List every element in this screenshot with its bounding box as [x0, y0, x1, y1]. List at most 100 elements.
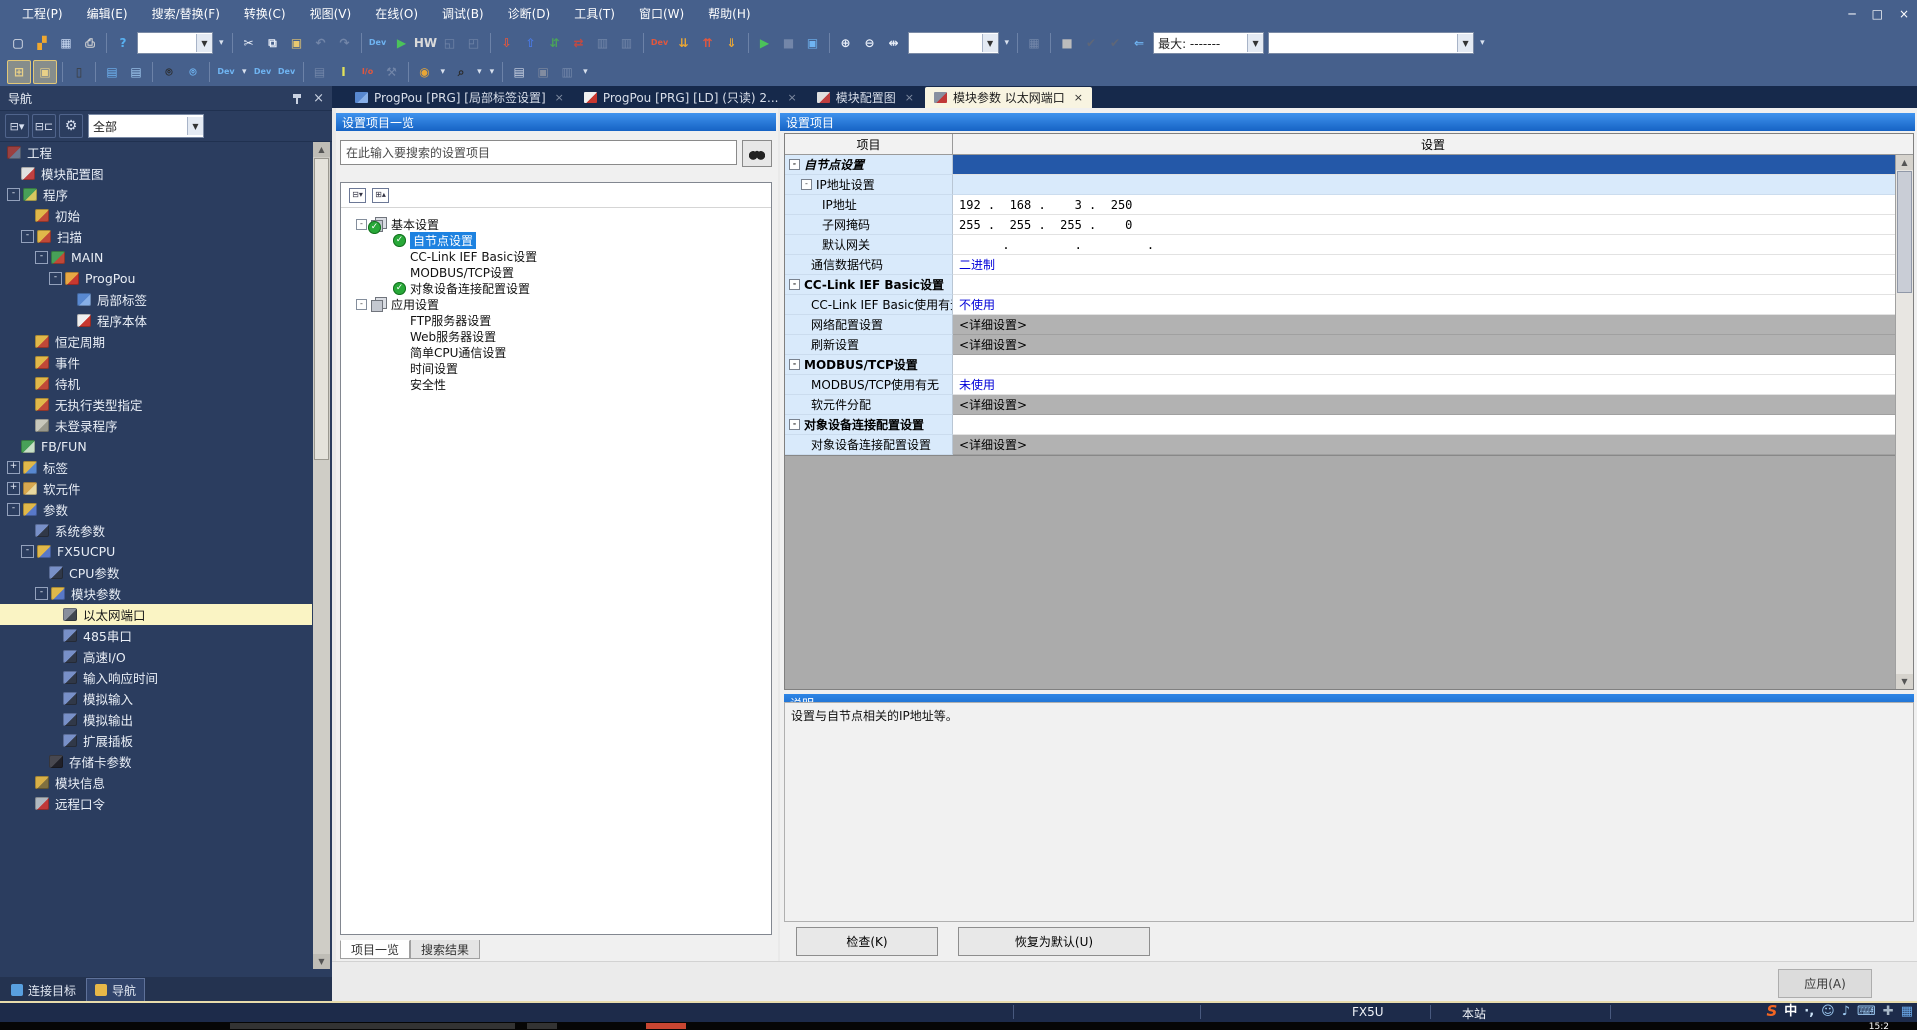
- nav-tree-item-CPU参数[interactable]: CPU参数: [0, 562, 312, 583]
- close-panel-icon[interactable]: ×: [313, 91, 324, 106]
- menu-item-w[interactable]: 窗口(W): [627, 0, 696, 28]
- settings-item-cell[interactable]: CC-Link IEF Basic使用有无: [785, 295, 953, 315]
- menu-item-o[interactable]: 在线(O): [363, 0, 430, 28]
- settings-item-cell[interactable]: 软元件分配: [785, 395, 953, 415]
- nav-tree-item-模块配置图[interactable]: 模块配置图: [0, 163, 312, 184]
- menu-item-e[interactable]: 编辑(E): [75, 0, 140, 28]
- device-display-format-button[interactable]: ◉: [414, 61, 436, 83]
- check-program-button[interactable]: ▦: [1023, 32, 1045, 54]
- settings-row-3[interactable]: 子网掩码255 . 255 . 255 . 0: [785, 215, 1895, 235]
- module-tool-button[interactable]: ▣: [532, 61, 554, 83]
- tab-close-icon[interactable]: ×: [1074, 91, 1083, 104]
- scroll-thumb[interactable]: [1897, 171, 1912, 293]
- nav-tree-item-恒定周期[interactable]: 恒定周期: [0, 331, 312, 352]
- ime-mic-icon[interactable]: ♪: [1842, 1005, 1850, 1018]
- redo-button[interactable]: ↷: [334, 32, 356, 54]
- find-in-document-button[interactable]: ⌾: [182, 61, 204, 83]
- nav-tree-item-局部标签[interactable]: 局部标签: [0, 289, 312, 310]
- settings-item-cell[interactable]: 对象设备连接配置设置: [785, 435, 953, 455]
- device-write-button[interactable]: Dev: [649, 32, 671, 54]
- setting-tree-item-基本设置[interactable]: -✓基本设置: [341, 216, 771, 232]
- tab-close-icon[interactable]: ×: [905, 91, 914, 104]
- nav-tree-item-模块信息[interactable]: 模块信息: [0, 772, 312, 793]
- tree-collapse-button[interactable]: ⊟▾: [5, 114, 29, 138]
- settings-value-cell[interactable]: 二进制: [953, 255, 1895, 275]
- settings-item-cell[interactable]: -IP地址设置: [785, 175, 953, 195]
- copy-button[interactable]: ⧉: [262, 32, 284, 54]
- settings-value-cell[interactable]: <详细设置>: [953, 335, 1895, 355]
- settings-row-5[interactable]: 通信数据代码二进制: [785, 255, 1895, 275]
- device-list-button[interactable]: Dev: [252, 61, 274, 83]
- menu-item-f[interactable]: 搜索/替换(F): [140, 0, 232, 28]
- document-tab-3[interactable]: 模块参数 以太网端口×: [925, 87, 1092, 108]
- nav-tree-item-扫描[interactable]: -扫描: [0, 226, 312, 247]
- watch-window-2-button[interactable]: ▤: [125, 61, 147, 83]
- collapse-icon[interactable]: -: [35, 587, 48, 600]
- collapse-icon[interactable]: -: [7, 188, 20, 201]
- toolbar-overflow-icon[interactable]: ▾: [1005, 38, 1010, 48]
- verify-with-plc-button[interactable]: ⇵: [544, 32, 566, 54]
- search-button[interactable]: [742, 140, 772, 167]
- expand-icon[interactable]: +: [7, 461, 20, 474]
- check-button[interactable]: 检查(K): [796, 927, 938, 956]
- nav-tree-item-FB/FUN[interactable]: FB/FUN: [0, 436, 312, 457]
- ime-punctuation-icon[interactable]: ·,: [1804, 1005, 1814, 1018]
- nav-tree-item-存储卡参数[interactable]: 存储卡参数: [0, 751, 312, 772]
- navigation-scrollbar[interactable]: ▲ ▼: [313, 142, 330, 969]
- ladder-monitor-button[interactable]: ▶: [391, 32, 413, 54]
- zoom-level-combo[interactable]: ▼: [908, 32, 999, 54]
- scroll-down-icon[interactable]: ▼: [1896, 674, 1913, 689]
- nav-tree-item-软元件[interactable]: +软元件: [0, 478, 312, 499]
- collapse-icon[interactable]: -: [801, 179, 812, 190]
- pin-icon[interactable]: [293, 93, 301, 104]
- setting-tree-item-简单CPU通信设置[interactable]: 简单CPU通信设置: [341, 344, 771, 360]
- nav-tree-item-标签[interactable]: +标签: [0, 457, 312, 478]
- ime-toolbox-icon[interactable]: ▦: [1901, 1005, 1913, 1018]
- zoom-fit-button[interactable]: ⇹: [883, 32, 905, 54]
- restore-default-button[interactable]: 恢复为默认(U): [958, 927, 1150, 956]
- menu-item-d[interactable]: 诊断(D): [496, 0, 563, 28]
- collapse-icon[interactable]: -: [356, 299, 367, 310]
- toolbar-overflow-icon[interactable]: ▾: [583, 67, 588, 77]
- menu-item-v[interactable]: 视图(V): [298, 0, 364, 28]
- nav-tree-item-FX5UCPU[interactable]: -FX5UCPU: [0, 541, 312, 562]
- toolbar-overflow-icon[interactable]: ▾: [1480, 38, 1485, 48]
- settings-value-cell[interactable]: [953, 175, 1895, 195]
- nav-tree-item-高速I/O[interactable]: 高速I/O: [0, 646, 312, 667]
- menu-item-b[interactable]: 调试(B): [430, 0, 496, 28]
- ime-keyboard-icon[interactable]: ⌨: [1857, 1005, 1876, 1018]
- settings-item-cell[interactable]: IP地址: [785, 195, 953, 215]
- settings-value-cell[interactable]: <详细设置>: [953, 435, 1895, 455]
- settings-item-cell[interactable]: -对象设备连接配置设置: [785, 415, 953, 435]
- options-button[interactable]: ⚒: [381, 61, 403, 83]
- toolbar-overflow-icon[interactable]: ▾: [477, 67, 482, 77]
- setting-search-input[interactable]: 在此输入要搜索的设置项目: [340, 140, 737, 165]
- settings-value-cell[interactable]: 未使用: [953, 375, 1895, 395]
- simulation-stop-button[interactable]: ■: [778, 32, 800, 54]
- save-project-button[interactable]: ▦: [55, 32, 77, 54]
- rebuild-all-button[interactable]: ✔: [1104, 32, 1126, 54]
- navigation-filter-combo[interactable]: 全部 ▼: [88, 114, 204, 138]
- setting-tree-item-自节点设置[interactable]: ✓自节点设置: [341, 232, 771, 248]
- settings-item-cell[interactable]: 子网掩码: [785, 215, 953, 235]
- setting-tree-item-FTP服务器设置[interactable]: FTP服务器设置: [341, 312, 771, 328]
- taskbar-button[interactable]: [230, 1023, 515, 1029]
- undo-button[interactable]: ↶: [310, 32, 332, 54]
- nav-tree-item-远程口令[interactable]: 远程口令: [0, 793, 312, 814]
- settings-row-14[interactable]: 对象设备连接配置设置<详细设置>: [785, 435, 1895, 455]
- collapse-icon[interactable]: -: [789, 279, 800, 290]
- watch-start-button[interactable]: ⇈: [697, 32, 719, 54]
- nav-tree-item-程序[interactable]: -程序: [0, 184, 312, 205]
- bottom-tab-连接目标[interactable]: 连接目标: [3, 979, 84, 1001]
- simulation-monitor-button[interactable]: ▣: [802, 32, 824, 54]
- collapse-all-icon[interactable]: ⊟▾: [349, 188, 366, 203]
- collapse-icon[interactable]: -: [789, 159, 800, 170]
- settings-row-7[interactable]: CC-Link IEF Basic使用有无不使用: [785, 295, 1895, 315]
- taskbar-button[interactable]: [646, 1023, 686, 1029]
- collapse-icon[interactable]: -: [35, 251, 48, 264]
- nav-tree-item-扩展插板[interactable]: 扩展插板: [0, 730, 312, 751]
- window-prev-button[interactable]: ◱: [439, 32, 461, 54]
- device-memory-monitor-button[interactable]: Dev: [367, 32, 389, 54]
- settings-value-cell[interactable]: [953, 275, 1895, 295]
- navigation-window-toggle-button[interactable]: ⊞: [7, 60, 31, 84]
